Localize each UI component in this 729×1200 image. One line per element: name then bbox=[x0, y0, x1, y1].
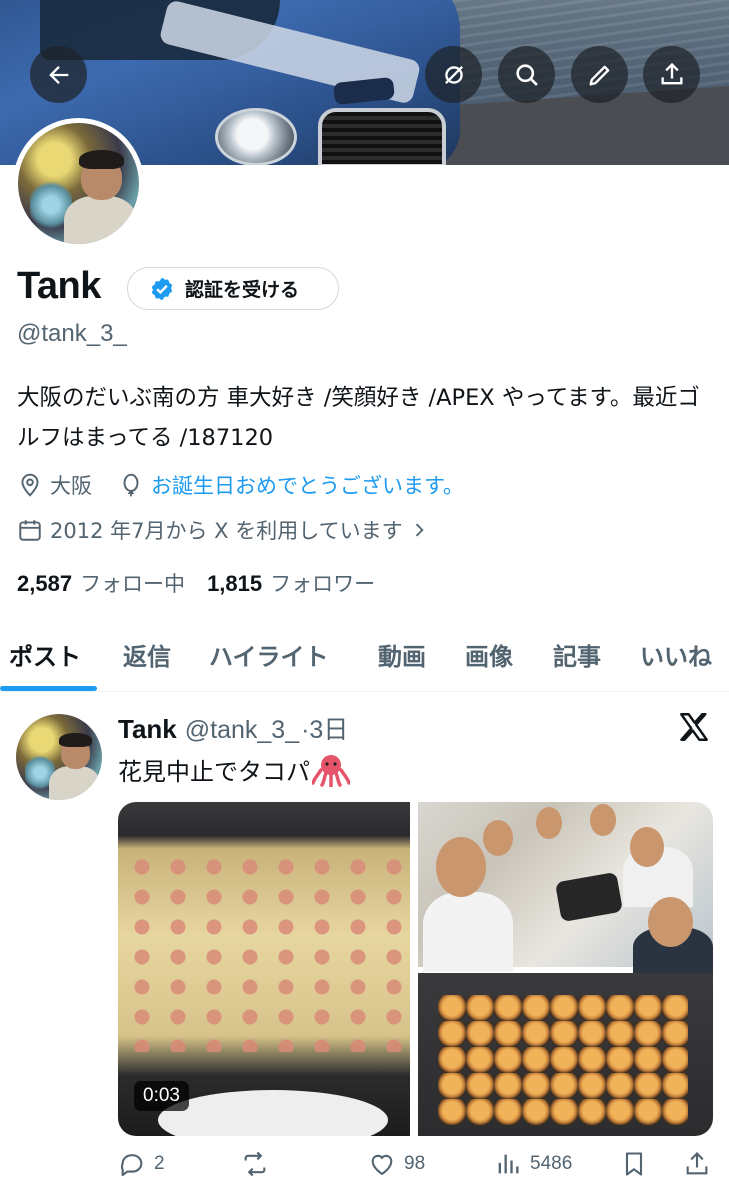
profile-bio: 大阪のだいぶ南の方 車大好き /笑顔好き /APEX やってます。最近ゴルフはま… bbox=[17, 385, 700, 451]
view-count: 5486 bbox=[530, 1153, 573, 1174]
edit-button[interactable] bbox=[571, 46, 628, 103]
post-video[interactable]: 0:03 bbox=[118, 802, 410, 1136]
person-face bbox=[590, 804, 616, 836]
followers-count[interactable]: 1,815 bbox=[207, 571, 262, 597]
grok-button[interactable] bbox=[425, 46, 482, 103]
pencil-icon bbox=[589, 65, 609, 86]
post-avatar[interactable] bbox=[16, 714, 102, 800]
follow-stats: 2,587 フォロー中 1,815 フォロワー bbox=[17, 568, 375, 598]
get-verified-label: 認証を受ける bbox=[185, 279, 300, 301]
search-button[interactable] bbox=[498, 46, 555, 103]
post-text-row: 花見中止でタコパ bbox=[118, 752, 351, 788]
post-header: Tank @tank_3_ ·3日 bbox=[118, 710, 348, 746]
post-photo-group[interactable] bbox=[418, 802, 713, 977]
like-count: 98 bbox=[404, 1153, 426, 1174]
takoyaki-balls bbox=[438, 995, 688, 1125]
post-time[interactable]: ·3日 bbox=[301, 710, 348, 746]
verified-badge-icon bbox=[151, 277, 173, 300]
bookmark-icon bbox=[625, 1152, 643, 1176]
profile-location: 大阪 bbox=[50, 474, 92, 498]
active-tab-indicator bbox=[0, 686, 97, 691]
person-face bbox=[483, 820, 513, 856]
person-shirt bbox=[423, 892, 513, 972]
post-avatar-hair bbox=[59, 732, 92, 747]
profile-handle: @tank_3_ bbox=[17, 320, 127, 347]
chevron-right-icon bbox=[415, 523, 424, 537]
location-pin-icon bbox=[21, 473, 39, 497]
person-face bbox=[536, 807, 562, 839]
reply-count: 2 bbox=[154, 1153, 165, 1174]
heart-icon bbox=[371, 1154, 393, 1176]
like-button[interactable]: 98 bbox=[368, 1150, 425, 1178]
post-media[interactable]: 0:03 bbox=[118, 802, 713, 1136]
banner-car-headlight bbox=[215, 108, 297, 165]
tab-replies[interactable]: 返信 bbox=[123, 637, 171, 672]
arrow-left-icon bbox=[48, 65, 68, 84]
joined-row[interactable]: 2012 年7月から X を利用しています bbox=[17, 513, 436, 547]
analytics-icon bbox=[498, 1154, 519, 1174]
banner-car-grille bbox=[318, 108, 446, 165]
joined-date: 2012 年7月から X を利用しています bbox=[50, 519, 403, 543]
octopus-emoji-icon bbox=[311, 753, 351, 788]
get-verified-button[interactable]: 認証を受ける bbox=[127, 267, 339, 310]
repost-icon bbox=[244, 1151, 266, 1177]
tab-videos[interactable]: 動画 bbox=[378, 637, 426, 672]
video-duration: 0:03 bbox=[134, 1081, 189, 1111]
profile-name: Tank bbox=[17, 265, 101, 307]
share-icon bbox=[686, 1152, 708, 1175]
calendar-icon bbox=[19, 520, 41, 541]
profile-tabs: ポスト 返信 ハイライト 動画 画像 記事 いいね bbox=[0, 625, 729, 692]
plate bbox=[158, 1090, 388, 1136]
birthday-message[interactable]: お誕生日おめでとうございます。 bbox=[151, 470, 464, 500]
followers-label[interactable]: フォロワー bbox=[270, 568, 375, 598]
profile-avatar[interactable] bbox=[13, 118, 144, 249]
profile-meta: 大阪 お誕生日おめでとうございます。 bbox=[17, 468, 464, 502]
person-face bbox=[630, 827, 664, 867]
tab-likes[interactable]: いいね bbox=[640, 637, 712, 672]
share-button[interactable] bbox=[643, 46, 700, 103]
repost-button[interactable] bbox=[241, 1150, 269, 1178]
grok-icon bbox=[444, 65, 463, 84]
tab-articles[interactable]: 記事 bbox=[553, 637, 601, 672]
avatar-hair bbox=[78, 149, 125, 169]
search-icon bbox=[515, 63, 538, 86]
views-button[interactable]: 5486 bbox=[494, 1150, 572, 1178]
reply-icon bbox=[120, 1154, 143, 1177]
takoyaki-pan bbox=[554, 871, 624, 923]
avatar-image bbox=[18, 123, 139, 244]
post-author-name[interactable]: Tank bbox=[118, 714, 177, 745]
post-actions: 2 98 5486 bbox=[118, 1150, 713, 1186]
post-text: 花見中止でタコパ bbox=[118, 758, 310, 786]
tab-images[interactable]: 画像 bbox=[465, 637, 513, 672]
share-icon bbox=[661, 62, 682, 84]
following-label[interactable]: フォロー中 bbox=[80, 568, 185, 598]
post-author-handle[interactable]: @tank_3_ bbox=[185, 716, 299, 745]
reply-button[interactable]: 2 bbox=[118, 1150, 165, 1178]
bookmark-button[interactable] bbox=[620, 1150, 648, 1178]
back-button[interactable] bbox=[30, 46, 87, 103]
following-count[interactable]: 2,587 bbox=[17, 571, 72, 597]
balloon-icon bbox=[123, 473, 139, 497]
takoyaki-batter bbox=[124, 852, 404, 1052]
post-share-button[interactable] bbox=[683, 1150, 711, 1178]
post-photo-takoyaki[interactable] bbox=[418, 973, 713, 1136]
tab-highlights[interactable]: ハイライト bbox=[209, 637, 329, 672]
person-face bbox=[436, 837, 486, 897]
avatar-body bbox=[63, 195, 137, 244]
tab-posts[interactable]: ポスト bbox=[9, 637, 81, 672]
post-avatar-body bbox=[48, 765, 101, 800]
person-face bbox=[648, 897, 693, 947]
x-logo-icon bbox=[680, 713, 708, 741]
